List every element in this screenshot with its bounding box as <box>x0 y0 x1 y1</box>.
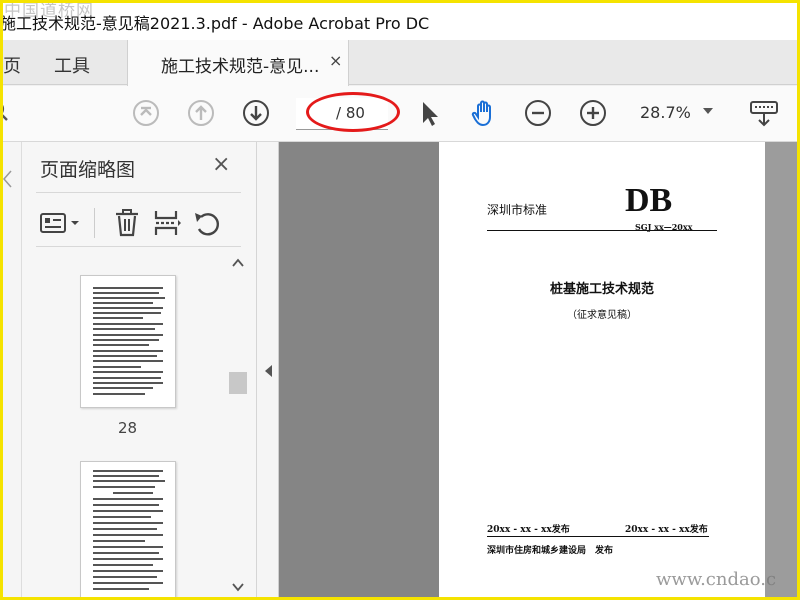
page-thumbnail-number: 28 <box>118 419 138 437</box>
next-page-icon[interactable] <box>242 99 270 127</box>
highlight-annotation <box>306 92 400 132</box>
title-bar: 施工技术规范-意见稿2021.3.pdf - Adobe Acrobat Pro… <box>0 0 800 40</box>
publish-date: 20xx - xx - xx发布 <box>487 525 570 535</box>
document-margin <box>765 142 800 600</box>
issuer: 深圳市住房和城乡建设局 发布 <box>487 546 614 556</box>
pdf-page: 深圳市标准 DB SGJ xx—20xx 桩基施工技术规范 （征求意见稿） 20… <box>439 142 765 600</box>
scroll-down-icon[interactable] <box>232 582 244 592</box>
collapse-arrow-icon[interactable] <box>263 364 273 378</box>
watermark-top: 中国道桥网 <box>4 1 94 21</box>
zoom-dropdown-icon[interactable] <box>703 108 713 114</box>
tab-tools[interactable]: 工具 <box>54 52 90 78</box>
rotate-page-icon[interactable] <box>192 208 222 238</box>
panel-divider-2 <box>36 246 241 247</box>
watermark-bottom: www.cndao.c <box>656 569 777 590</box>
toolbar: / 80 28.7% <box>0 86 800 142</box>
header-rule <box>487 230 717 231</box>
panel-title: 页面缩略图 <box>40 159 136 181</box>
scroll-up-icon[interactable] <box>232 258 244 268</box>
navigation-pane-tab-icon[interactable] <box>2 170 12 188</box>
page-thumbnail[interactable] <box>80 275 176 408</box>
previous-page-icon[interactable] <box>187 99 215 127</box>
panel-close-icon[interactable]: × <box>212 152 230 177</box>
tab-document[interactable]: 施工技术规范-意见... × <box>127 40 349 86</box>
zoom-in-icon[interactable] <box>579 99 607 127</box>
page-thumbnail[interactable] <box>80 461 176 600</box>
page-thumbnails-panel: 页面缩略图 × 28 <box>22 142 257 600</box>
tab-home[interactable]: 页 <box>3 52 21 78</box>
delete-page-icon[interactable] <box>112 208 142 238</box>
toolbar-separator <box>94 208 95 238</box>
document-view[interactable]: 深圳市标准 DB SGJ xx—20xx 桩基施工技术规范 （征求意见稿） 20… <box>279 142 800 600</box>
scrollbar-thumb[interactable] <box>229 372 247 394</box>
tab-bar: 页 工具 <box>0 40 800 85</box>
panel-divider <box>36 192 241 193</box>
standard-label: 深圳市标准 <box>487 203 548 217</box>
navigation-strip <box>0 142 22 600</box>
document-title: 桩基施工技术规范 <box>549 282 654 297</box>
panel-collapse-handle[interactable] <box>257 142 279 600</box>
first-page-icon[interactable] <box>132 99 160 127</box>
thumbnail-toolbar <box>36 202 241 246</box>
implement-date: 20xx - xx - xx发布 <box>625 525 708 535</box>
standard-code: DB <box>625 182 673 219</box>
tab-document-label: 施工技术规范-意见... <box>161 57 320 77</box>
footer-rule <box>487 536 709 537</box>
hand-tool-icon[interactable] <box>470 99 498 127</box>
search-icon[interactable] <box>0 99 16 127</box>
zoom-out-icon[interactable] <box>524 99 552 127</box>
keyboard-scroll-icon[interactable] <box>748 99 780 127</box>
tab-close-icon[interactable]: × <box>329 51 342 70</box>
thumbnails-scrollbar[interactable] <box>229 256 247 596</box>
document-subtitle: （征求意见稿） <box>567 310 637 321</box>
options-menu-icon[interactable] <box>40 212 84 236</box>
zoom-level[interactable]: 28.7% <box>640 103 691 122</box>
insert-page-icon[interactable] <box>152 208 182 238</box>
select-cursor-icon[interactable] <box>416 99 444 127</box>
